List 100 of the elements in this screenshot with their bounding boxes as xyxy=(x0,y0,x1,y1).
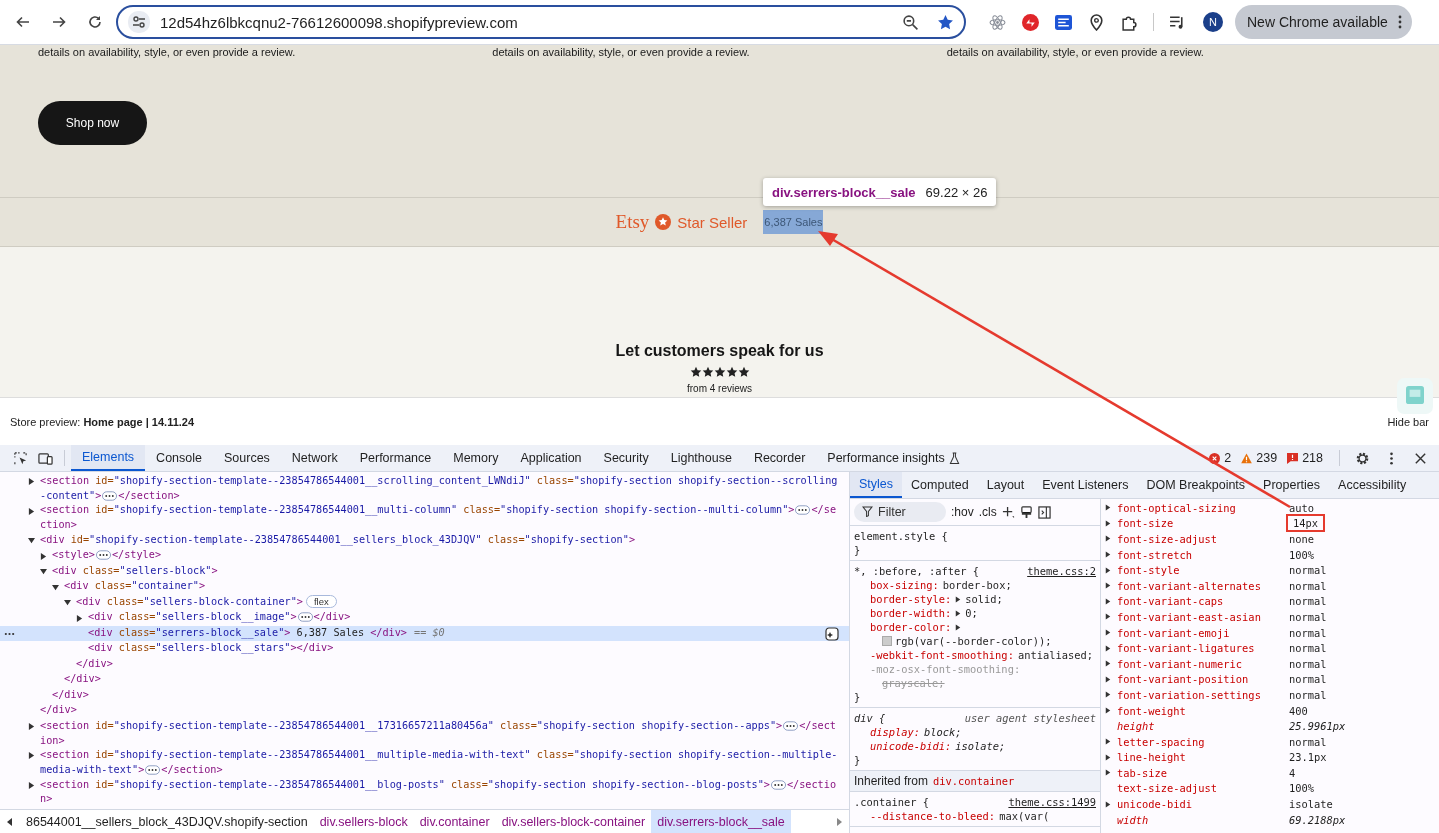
bars-extension-icon[interactable] xyxy=(1055,13,1072,31)
disclosure-triangle-icon[interactable] xyxy=(28,781,35,789)
expand-triangle-icon[interactable] xyxy=(1105,551,1111,559)
sidebar-tab[interactable]: Accessibility xyxy=(1329,472,1416,498)
sidebar-tab[interactable]: Event Listeners xyxy=(1033,472,1138,498)
settings-icon[interactable] xyxy=(1355,450,1370,466)
paint-brush-icon[interactable] xyxy=(1019,505,1033,519)
console-counter[interactable]: 239 xyxy=(1241,451,1278,465)
expand-triangle-icon[interactable] xyxy=(1105,800,1111,808)
color-swatch[interactable] xyxy=(882,636,892,646)
ai-assist-icon[interactable] xyxy=(825,626,839,641)
expand-triangle-icon[interactable] xyxy=(955,609,962,617)
breadcrumb-item[interactable]: div.sellers-block-container xyxy=(495,810,652,833)
disclosure-triangle-icon[interactable] xyxy=(40,568,47,576)
dom-node-row[interactable]: <div class="sellers-block__image"> </div> xyxy=(0,610,849,626)
expand-triangle-icon[interactable] xyxy=(1105,629,1111,637)
dom-node-row[interactable]: <section id="shopify-section-template--23854786544001__multiple-media-with-text" class="shopify-section shopify-section--multiple-media-with-text"> </section> xyxy=(0,748,849,778)
scroll-right-icon[interactable] xyxy=(835,817,843,826)
sidebar-tab[interactable]: Properties xyxy=(1254,472,1330,498)
breadcrumb-item[interactable]: div.sellers-block xyxy=(313,810,414,833)
dom-node-row[interactable]: <div class="container"> xyxy=(0,579,849,595)
scroll-left-icon[interactable] xyxy=(6,817,14,826)
sidebar-toggle-icon[interactable] xyxy=(1037,505,1051,519)
extension-badge-icon[interactable] xyxy=(1022,13,1039,31)
sidebar-tab[interactable]: Styles xyxy=(850,472,903,498)
dom-node-row[interactable]: <section id="shopify-section-template--23854786544001__17316657211a80456a" class="shopify-section shopify-section--apps"> </section> xyxy=(0,718,849,749)
expand-triangle-icon[interactable] xyxy=(1105,675,1111,683)
expand-triangle-icon[interactable] xyxy=(1105,597,1111,605)
dom-node-row[interactable]: <div class="sellers-block__stars"></div> xyxy=(0,641,849,657)
breadcrumb-item[interactable]: div.container xyxy=(413,810,496,833)
console-counter[interactable]: 218 xyxy=(1287,451,1323,465)
layout-badge[interactable]: flex xyxy=(306,594,337,608)
expand-triangle-icon[interactable] xyxy=(1105,738,1111,746)
filter-field[interactable]: Filter xyxy=(854,502,946,522)
disclosure-triangle-icon[interactable] xyxy=(28,537,35,545)
disclosure-triangle-icon[interactable] xyxy=(28,723,35,731)
hide-bar-link[interactable]: Hide bar xyxy=(1387,415,1429,428)
dom-node-row[interactable]: </div> xyxy=(0,672,849,688)
inspect-icon[interactable] xyxy=(13,450,28,466)
dom-node-row[interactable]: <div class="sellers-block-container"> flex xyxy=(0,594,849,611)
devtools-tab[interactable]: Performance insights xyxy=(816,445,971,471)
devtools-tab[interactable]: Network xyxy=(280,445,349,471)
devtools-tab[interactable]: Lighthouse xyxy=(659,445,743,471)
sidebar-tab[interactable]: Layout xyxy=(977,472,1034,498)
expand-triangle-icon[interactable] xyxy=(1105,753,1111,761)
disclosure-triangle-icon[interactable] xyxy=(28,752,35,760)
dom-node-row[interactable]: <style> </style> xyxy=(0,548,849,564)
plus-icon[interactable] xyxy=(1001,505,1015,519)
dom-node-row[interactable]: <div class="serrers-block__sale"> 6,387 Sales </div> == $0 xyxy=(0,625,849,642)
sidebar-tab[interactable]: Computed xyxy=(902,472,978,498)
puzzle-icon[interactable] xyxy=(1121,13,1138,31)
dom-node-row[interactable]: <section id="shopify-section-template--23854786544001__multi-column" class="shopify-section shopify-section--multi-column"> </section> xyxy=(0,503,849,533)
expand-ellipsis-button[interactable] xyxy=(297,612,313,623)
update-button[interactable]: New Chrome available xyxy=(1235,5,1412,39)
source-link[interactable]: theme.css:2 xyxy=(1027,564,1096,578)
expand-ellipsis-button[interactable] xyxy=(102,490,118,501)
disclosure-triangle-icon[interactable] xyxy=(76,614,83,622)
devtools-tab[interactable]: Recorder xyxy=(742,445,817,471)
expand-ellipsis-button[interactable] xyxy=(145,764,161,775)
expand-triangle-icon[interactable] xyxy=(1105,707,1111,714)
expand-triangle-icon[interactable] xyxy=(1105,769,1111,777)
dom-node-row[interactable]: </div> xyxy=(0,656,849,673)
console-counter[interactable]: 2 xyxy=(1209,451,1232,465)
expand-triangle-icon[interactable] xyxy=(1105,644,1111,652)
dom-node-row[interactable]: </div> xyxy=(0,703,849,719)
device-toolbar-icon[interactable] xyxy=(38,450,53,466)
zoom-icon[interactable] xyxy=(902,13,919,31)
expand-triangle-icon[interactable] xyxy=(1105,613,1111,621)
devtools-tab[interactable]: Security xyxy=(592,445,660,471)
disclosure-triangle-icon[interactable] xyxy=(40,552,47,560)
expand-triangle-icon[interactable] xyxy=(1105,566,1111,574)
devtools-tab[interactable]: Memory xyxy=(442,445,510,471)
devtools-tab[interactable]: Elements xyxy=(71,445,146,471)
expand-ellipsis-button[interactable] xyxy=(95,550,111,561)
expand-ellipsis-button[interactable] xyxy=(783,720,799,731)
expand-triangle-icon[interactable] xyxy=(1105,519,1111,527)
disclosure-triangle-icon[interactable] xyxy=(28,478,35,486)
sidebar-tab[interactable]: DOM Breakpoints xyxy=(1137,472,1255,498)
address-bar[interactable]: 12d54hz6lbkcqnu2-76612600098.shopifypreview.com xyxy=(116,5,966,39)
expand-triangle-icon[interactable] xyxy=(1105,660,1111,668)
expand-triangle-icon[interactable] xyxy=(1105,691,1111,699)
expand-triangle-icon[interactable] xyxy=(1105,535,1111,543)
state-toggle[interactable]: :hov xyxy=(951,505,974,519)
dom-node-row[interactable]: <div class="sellers-block"> xyxy=(0,563,849,580)
state-toggle[interactable]: .cls xyxy=(978,505,997,519)
expand-triangle-icon[interactable] xyxy=(1105,504,1111,512)
dom-node-row[interactable]: </div> xyxy=(0,687,849,704)
profile-avatar[interactable]: N xyxy=(1203,12,1223,32)
disclosure-triangle-icon[interactable] xyxy=(28,507,35,515)
devtools-tab[interactable]: Performance xyxy=(348,445,443,471)
disclosure-triangle-icon[interactable] xyxy=(64,599,71,607)
expand-triangle-icon[interactable] xyxy=(955,595,962,603)
pin-icon[interactable] xyxy=(1088,13,1105,31)
disclosure-triangle-icon[interactable] xyxy=(52,583,59,591)
star-icon[interactable] xyxy=(937,13,954,31)
dom-node-row[interactable]: <section id="shopify-section-template--23854786544001__scrolling_content_LWNdiJ" class="shopify-section shopify-section--scrolling-content"> </section> xyxy=(0,474,849,504)
breadcrumb-item[interactable]: div.serrers-block__sale xyxy=(651,810,791,833)
expand-ellipsis-button[interactable] xyxy=(795,505,811,516)
expand-triangle-icon[interactable] xyxy=(1105,582,1111,590)
playlist-icon[interactable] xyxy=(1169,13,1186,31)
